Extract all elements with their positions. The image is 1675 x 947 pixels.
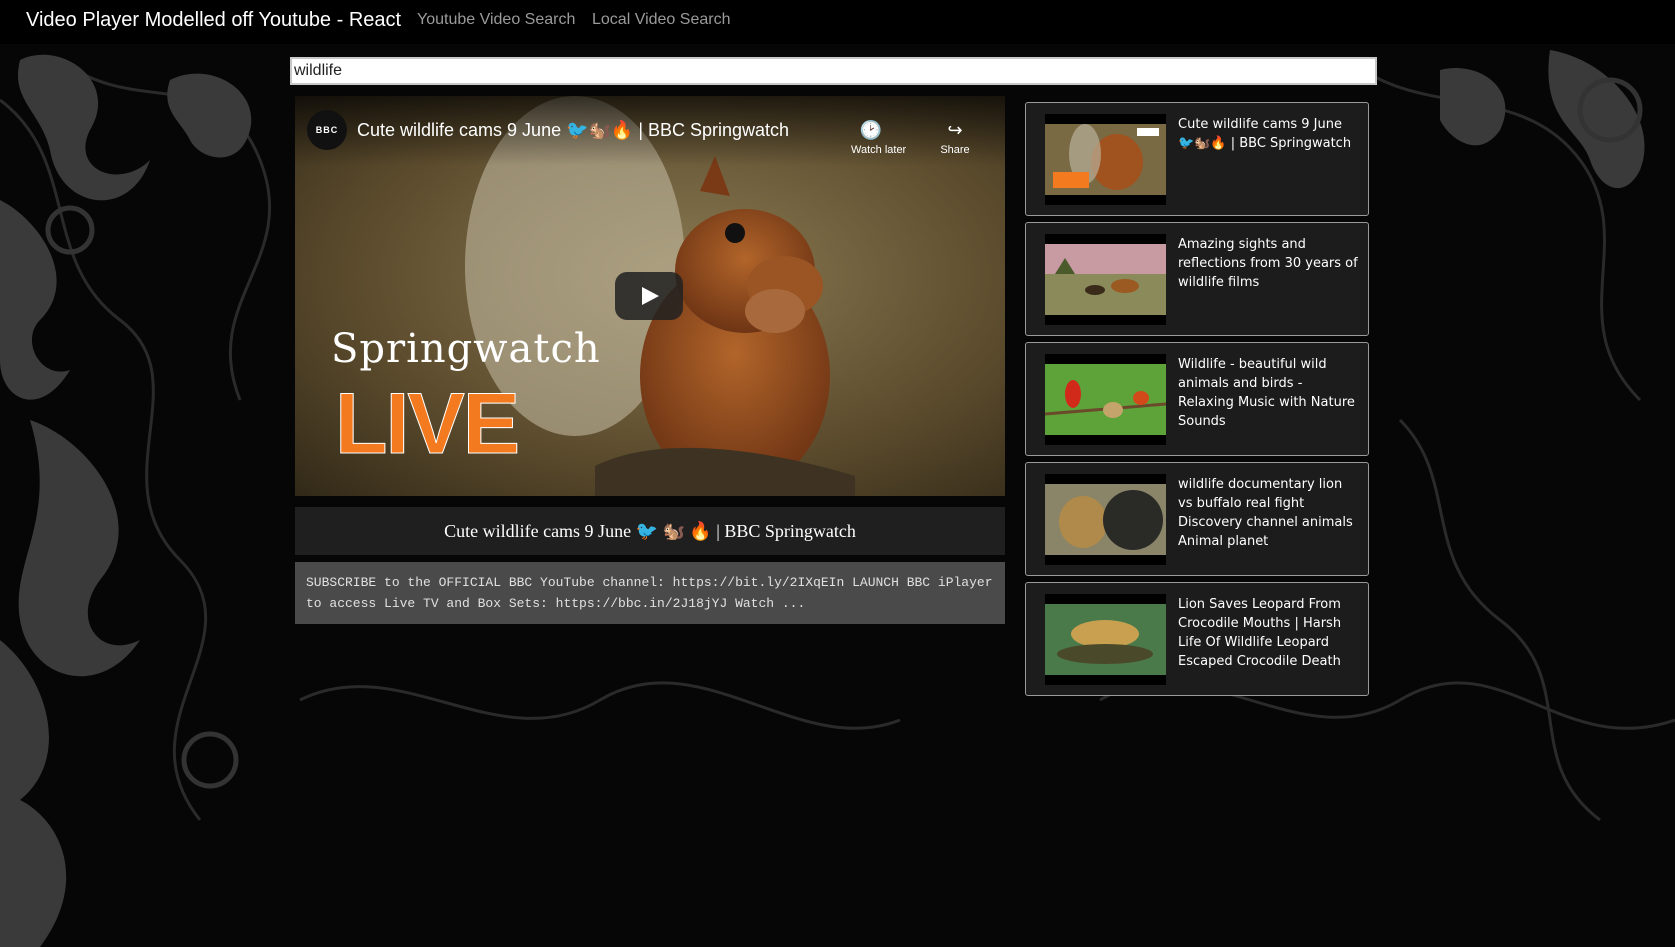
video-list-item[interactable]: wildlife documentary lion vs buffalo rea…: [1025, 462, 1369, 576]
share-label: Share: [940, 144, 970, 156]
watch-later-label: Watch later: [851, 144, 907, 156]
video-list-item-title: Cute wildlife cams 9 June 🐦🐿️🔥 | BBC Spr…: [1178, 117, 1352, 151]
live-wordmark: LIVE: [334, 376, 520, 472]
video-list-item[interactable]: Lion Saves Leopard From Crocodile Mouths…: [1025, 582, 1369, 696]
video-player[interactable]: BBC Cute wildlife cams 9 June 🐦🐿️🔥 | BBC…: [295, 96, 1005, 496]
squirrel-thumbnail[interactable]: [1045, 114, 1166, 205]
video-list-item[interactable]: Wildlife - beautiful wild animals and bi…: [1025, 342, 1369, 456]
savanna-thumbnail[interactable]: [1045, 234, 1166, 325]
video-list-item-title: wildlife documentary lion vs buffalo rea…: [1178, 477, 1353, 549]
selected-video-description: SUBSCRIBE to the OFFICIAL BBC YouTube ch…: [295, 562, 1005, 624]
play-button[interactable]: [615, 272, 683, 320]
lion-buffalo-thumbnail[interactable]: [1045, 474, 1166, 565]
share-button[interactable]: ↪ Share: [935, 120, 975, 156]
video-list-item[interactable]: Amazing sights and reflections from 30 y…: [1025, 222, 1369, 336]
nav-youtube-video-search[interactable]: Youtube Video Search: [417, 10, 575, 30]
share-icon: ↪: [947, 120, 963, 140]
app-title[interactable]: Video Player Modelled off Youtube - Reac…: [26, 8, 401, 32]
springwatch-wordmark: Springwatch: [331, 326, 601, 372]
birds-thumbnail[interactable]: [1045, 354, 1166, 445]
top-navbar: Video Player Modelled off Youtube - Reac…: [0, 0, 1675, 44]
player-title[interactable]: Cute wildlife cams 9 June 🐦🐿️🔥 | BBC Spr…: [357, 120, 789, 141]
channel-logo[interactable]: BBC: [307, 110, 347, 150]
video-list-item-title: Lion Saves Leopard From Crocodile Mouths…: [1178, 597, 1342, 669]
nav-local-video-search[interactable]: Local Video Search: [592, 10, 730, 30]
video-list-item-title: Amazing sights and reflections from 30 y…: [1178, 237, 1358, 290]
watch-later-button[interactable]: 🕑 Watch later: [851, 120, 907, 156]
selected-video-title: Cute wildlife cams 9 June 🐦 🐿️ 🔥 | BBC S…: [295, 507, 1005, 555]
leopard-crocodile-thumbnail[interactable]: [1045, 594, 1166, 685]
search-input[interactable]: [290, 57, 1377, 85]
video-list-item-title: Wildlife - beautiful wild animals and bi…: [1178, 357, 1355, 429]
clock-icon: 🕑: [859, 120, 883, 140]
video-list-item[interactable]: Cute wildlife cams 9 June 🐦🐿️🔥 | BBC Spr…: [1025, 102, 1369, 216]
